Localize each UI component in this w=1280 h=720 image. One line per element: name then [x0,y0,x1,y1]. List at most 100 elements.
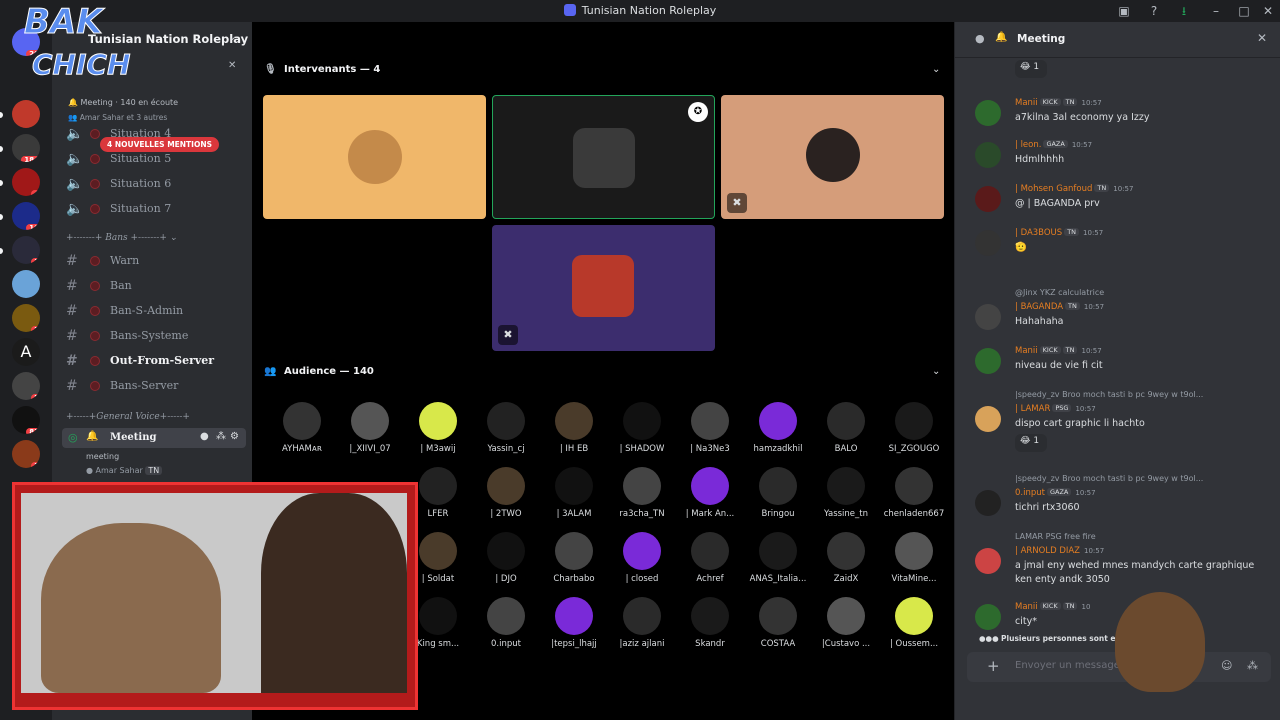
speaker-tile[interactable] [263,95,486,219]
close-icon[interactable]: ✕ [1260,3,1276,19]
audience-member[interactable]: ZaidX [810,532,882,584]
server-icon[interactable]: 5 [12,372,40,400]
chevron-down-icon[interactable]: ⌄ [228,32,236,43]
server-icon[interactable]: 1 [12,236,40,264]
audience-member[interactable]: Yassin_cj [470,402,542,454]
audience-member[interactable]: Bringou [742,467,814,519]
minimize-icon[interactable]: – [1208,3,1224,19]
username[interactable]: Manii KICK TN 10:57 [1015,98,1102,108]
audience-member[interactable]: | M3awij [402,402,474,454]
speaker-tile[interactable]: ✖ [721,95,944,219]
inbox-icon[interactable]: ▣ [1116,3,1132,19]
emoji-icon[interactable]: ☺ [1221,659,1232,672]
avatar [759,597,797,635]
audience-member[interactable]: |aziz ajlani [606,597,678,649]
audience-member[interactable]: | SHADOW [606,402,678,454]
timestamp: 10:57 [1075,489,1096,497]
server-icon[interactable]: 4 [12,168,40,196]
audience-member[interactable]: | closed [606,532,678,584]
chevron-down-icon[interactable]: ⌄ [932,64,940,75]
server-icon[interactable]: 3 [12,440,40,468]
category-general-voice[interactable]: +-----+General Voice+-----+ [66,412,190,422]
maximize-icon[interactable]: □ [1236,3,1252,19]
username[interactable]: | LAMAR PSG 10:57 [1015,404,1096,414]
moderator-icon: ✪ [688,102,708,122]
settings-icon[interactable]: ⚙ [230,431,239,442]
username[interactable]: Manii KICK TN 10 [1015,602,1090,612]
avatar [975,490,1001,516]
username[interactable]: 0.input GAZA 10:57 [1015,488,1096,498]
server-icon[interactable] [12,270,40,298]
audience-member[interactable]: Skandr [674,597,746,649]
audience-member[interactable]: COSTAA [742,597,814,649]
voice-channel-meeting[interactable]: ◎ 🔔 Meeting ● ⁂ ⚙ [62,428,246,448]
audience-member[interactable]: AYHAMᴀʀ [266,402,338,454]
avatar [691,597,729,635]
dismiss-icon[interactable]: ✕ [228,60,236,71]
audience-member[interactable]: Achref [674,532,746,584]
server-icon[interactable]: 83 [12,406,40,434]
message-text: 🫡 [1015,242,1027,253]
chat-icon: ● [975,32,985,45]
category-bans[interactable]: +-------+ Bans +-------+ ⌄ [66,233,177,243]
username[interactable]: | Mohsen Ganfoud TN 10:57 [1015,184,1133,194]
close-icon[interactable]: ✕ [1257,31,1267,45]
audience-member[interactable]: | Mark An... [674,467,746,519]
audience-member[interactable]: | Oussem... [878,597,950,649]
audience-member[interactable]: SI_ZGOUGO [878,402,950,454]
add-attachment-icon[interactable]: + [987,657,1000,675]
reply-preview[interactable]: LAMAR PSG free fire [1015,532,1096,541]
server-icon[interactable]: A [12,338,40,366]
add-member-icon[interactable]: ⁂ [216,431,226,442]
audience-member[interactable]: Yassine_tn [810,467,882,519]
audience-member[interactable]: ANAS_Italia... [742,532,814,584]
voice-member[interactable]: ● Amar Sahar TN [86,466,163,475]
chevron-down-icon[interactable]: ⌄ [932,366,940,377]
server-icon[interactable]: 16 [12,202,40,230]
new-mentions-badge[interactable]: 4 NOUVELLES MENTIONS [100,137,220,152]
audience-member[interactable]: BALO [810,402,882,454]
audience-member[interactable]: |tepsi_lhajj [538,597,610,649]
audience-member[interactable]: 0.input [470,597,542,649]
audience-member[interactable]: |_XIIVI_07 [334,402,406,454]
audience-member[interactable]: | DJO [470,532,542,584]
speaker-tile[interactable]: ✖ [492,225,715,351]
speaker-tile[interactable]: ✪ [492,95,715,219]
reaction-chip[interactable]: 😂 1 [1015,60,1047,78]
member-name: | Na3Ne3 [690,444,730,454]
audience-member[interactable]: VitaMine... [878,532,950,584]
audience-member[interactable]: | 3ALAM [538,467,610,519]
role-tag: KICK [1039,98,1061,106]
audience-member[interactable]: ra3cha_TN [606,467,678,519]
audience-member[interactable]: | 2TWO [470,467,542,519]
reply-preview[interactable]: @Jinx YKZ calculatrice [1015,288,1104,297]
apps-icon[interactable]: ⁂ [1247,659,1258,672]
reply-preview[interactable]: |speedy_zv Broo moch tasti b pc 9wey w t… [1015,390,1203,399]
avatar [419,532,457,570]
audience-member[interactable]: hamzadkhil [742,402,814,454]
download-icon[interactable]: ⭳ [1176,3,1192,19]
audience-member[interactable]: | Na3Ne3 [674,402,746,454]
reply-preview[interactable]: |speedy_zv Broo moch tasti b pc 9wey w t… [1015,474,1203,483]
audience-member[interactable]: | IH EB [538,402,610,454]
username[interactable]: Manii KICK TN 10:57 [1015,346,1102,356]
username[interactable]: | ARNOLD DIAZ 10:57 [1015,546,1104,556]
member-name: Yassine_tn [823,509,869,519]
server-icon[interactable]: 3 [12,304,40,332]
chat-icon[interactable]: ● [200,431,209,442]
audience-member[interactable]: Charbabo [538,532,610,584]
help-icon[interactable]: ? [1146,3,1162,19]
title-bar: Tunisian Nation Roleplay ▣ ? ⭳ – □ ✕ [0,0,1280,22]
member-name: 0.input [491,639,521,649]
reaction-chip[interactable]: 😂 1 [1015,434,1047,452]
dot-icon [90,381,100,391]
audience-member[interactable]: |Custavo ... [810,597,882,649]
server-icon[interactable] [12,100,40,128]
member-name: | M3awij [420,444,456,454]
username[interactable]: | DA3BOUS TN 10:57 [1015,228,1103,238]
username[interactable]: | leon. GAZA 10:57 [1015,140,1092,150]
username[interactable]: | BAGANDA TN 10:57 [1015,302,1104,312]
server-icon[interactable]: 184 [12,134,40,162]
speaker-icon: 🔈 [66,176,84,192]
audience-member[interactable]: chenladen667 [878,467,950,519]
